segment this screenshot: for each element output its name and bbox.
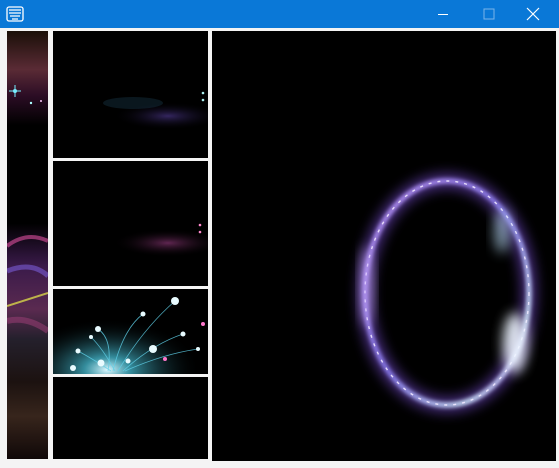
thumbnail-blank[interactable]	[53, 377, 208, 459]
left-image-strip[interactable]	[7, 31, 48, 459]
glowing-ring-image	[212, 31, 556, 461]
minimize-icon	[438, 14, 448, 15]
minimize-button[interactable]	[420, 0, 466, 28]
main-preview[interactable]	[212, 31, 556, 461]
maximize-icon	[483, 8, 495, 20]
close-icon	[526, 7, 540, 21]
thumbnail-fireworks-burst[interactable]	[53, 289, 208, 374]
thumbnail-blurred-light-1[interactable]	[53, 31, 208, 158]
window-client	[0, 28, 559, 468]
maximize-button[interactable]	[466, 0, 512, 28]
thumbnail-list	[53, 31, 208, 459]
close-button[interactable]	[510, 0, 556, 28]
app-logo-icon[interactable]	[6, 5, 24, 23]
title-bar	[0, 0, 559, 28]
thumbnail-blurred-light-2[interactable]	[53, 161, 208, 286]
